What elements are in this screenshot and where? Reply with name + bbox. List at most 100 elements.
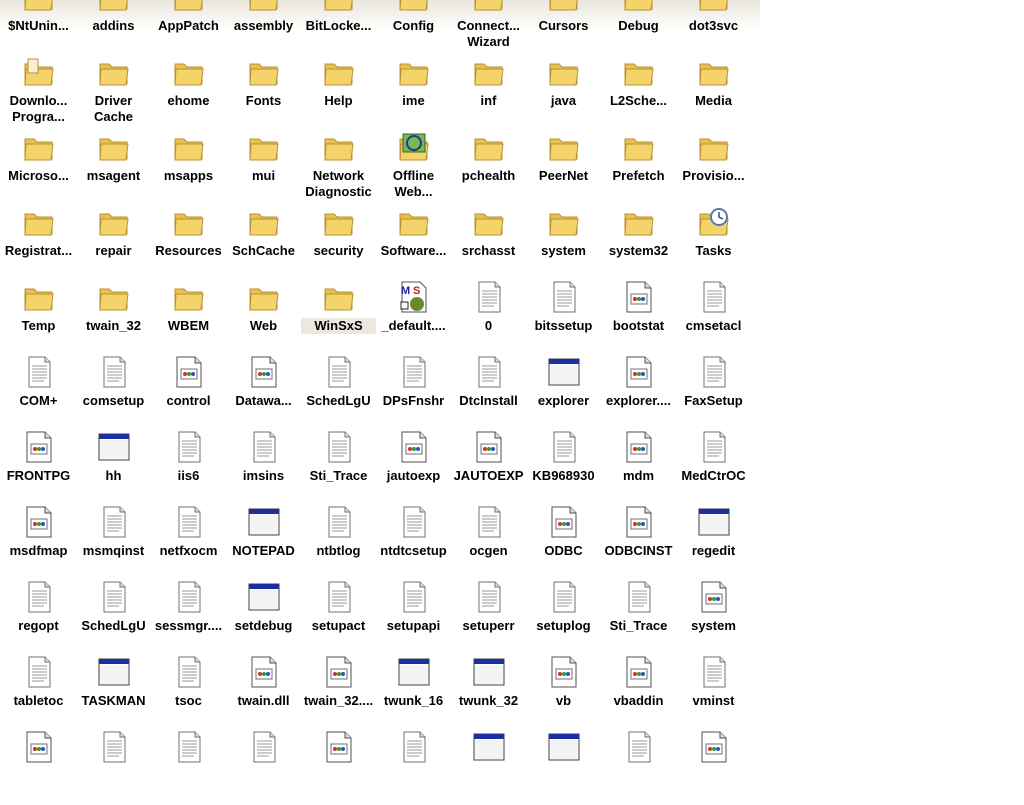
- file-item[interactable]: Provisio...: [676, 130, 751, 205]
- file-item[interactable]: Connect... Wizard: [451, 0, 526, 55]
- file-item[interactable]: bootstat: [601, 280, 676, 355]
- file-item[interactable]: ehome: [151, 55, 226, 130]
- file-item[interactable]: Datawa...: [226, 355, 301, 430]
- file-item[interactable]: Driver Cache: [76, 55, 151, 130]
- file-item[interactable]: Registrat...: [1, 205, 76, 280]
- file-item[interactable]: COM+: [1, 355, 76, 430]
- file-item[interactable]: cmsetacl: [676, 280, 751, 355]
- file-item[interactable]: PeerNet: [526, 130, 601, 205]
- file-item[interactable]: ODBC: [526, 505, 601, 580]
- file-item[interactable]: JAUTOEXP: [451, 430, 526, 505]
- file-item[interactable]: Fonts: [226, 55, 301, 130]
- file-item[interactable]: setupact: [301, 580, 376, 655]
- file-item[interactable]: regopt: [1, 580, 76, 655]
- file-item[interactable]: DtcInstall: [451, 355, 526, 430]
- file-item[interactable]: twain_32....: [301, 655, 376, 730]
- file-item[interactable]: jautoexp: [376, 430, 451, 505]
- file-item[interactable]: addins: [76, 0, 151, 55]
- file-item[interactable]: msapps: [151, 130, 226, 205]
- file-item[interactable]: tsoc: [151, 655, 226, 730]
- file-item[interactable]: Downlo... Progra...: [1, 55, 76, 130]
- file-item[interactable]: assembly: [226, 0, 301, 55]
- file-item[interactable]: Sti_Trace: [601, 580, 676, 655]
- file-item[interactable]: sessmgr....: [151, 580, 226, 655]
- file-item[interactable]: imsins: [226, 430, 301, 505]
- file-item[interactable]: vb: [526, 655, 601, 730]
- file-item[interactable]: ntdtcsetup: [376, 505, 451, 580]
- file-item[interactable]: repair: [76, 205, 151, 280]
- file-item[interactable]: vminst: [676, 655, 751, 730]
- file-item[interactable]: system32: [601, 205, 676, 280]
- file-item[interactable]: TASKMAN: [76, 655, 151, 730]
- file-item[interactable]: SchedLgU: [76, 580, 151, 655]
- file-item[interactable]: java: [526, 55, 601, 130]
- file-item[interactable]: M S _default....: [376, 280, 451, 355]
- file-item[interactable]: twunk_16: [376, 655, 451, 730]
- file-item[interactable]: WinSxS: [301, 280, 376, 355]
- file-item[interactable]: dot3svc: [676, 0, 751, 55]
- file-item[interactable]: control: [151, 355, 226, 430]
- file-item[interactable]: Cursors: [526, 0, 601, 55]
- file-item[interactable]: Tasks: [676, 205, 751, 280]
- file-item[interactable]: regedit: [676, 505, 751, 580]
- file-item[interactable]: MedCtrOC: [676, 430, 751, 505]
- file-item[interactable]: setdebug: [226, 580, 301, 655]
- file-item[interactable]: Sti_Trace: [301, 430, 376, 505]
- file-item[interactable]: srchasst: [451, 205, 526, 280]
- file-item[interactable]: FaxSetup: [676, 355, 751, 430]
- file-item[interactable]: mdm: [601, 430, 676, 505]
- file-item[interactable]: $NtUnin...: [1, 0, 76, 55]
- file-item[interactable]: ntbtlog: [301, 505, 376, 580]
- file-item[interactable]: twain_32: [76, 280, 151, 355]
- file-item[interactable]: inf: [451, 55, 526, 130]
- file-item[interactable]: Media: [676, 55, 751, 130]
- file-item[interactable]: AppPatch: [151, 0, 226, 55]
- file-item[interactable]: BitLocke...: [301, 0, 376, 55]
- file-item[interactable]: msagent: [76, 130, 151, 205]
- file-item[interactable]: system: [676, 580, 751, 655]
- file-item[interactable]: Config: [376, 0, 451, 55]
- file-item[interactable]: system: [526, 205, 601, 280]
- file-item[interactable]: security: [301, 205, 376, 280]
- file-item[interactable]: ODBCINST: [601, 505, 676, 580]
- file-item[interactable]: Software...: [376, 205, 451, 280]
- file-item[interactable]: tabletoc: [1, 655, 76, 730]
- file-item[interactable]: mui: [226, 130, 301, 205]
- file-item[interactable]: hh: [76, 430, 151, 505]
- file-item[interactable]: Resources: [151, 205, 226, 280]
- file-item[interactable]: Prefetch: [601, 130, 676, 205]
- file-item[interactable]: explorer: [526, 355, 601, 430]
- file-item[interactable]: explorer....: [601, 355, 676, 430]
- file-item[interactable]: setupapi: [376, 580, 451, 655]
- file-item[interactable]: vbaddin: [601, 655, 676, 730]
- file-item[interactable]: WBEM: [151, 280, 226, 355]
- file-item[interactable]: NOTEPAD: [226, 505, 301, 580]
- file-item[interactable]: KB968930: [526, 430, 601, 505]
- file-item[interactable]: bitssetup: [526, 280, 601, 355]
- file-item[interactable]: comsetup: [76, 355, 151, 430]
- file-item[interactable]: SchCache: [226, 205, 301, 280]
- file-item[interactable]: msdfmap: [1, 505, 76, 580]
- file-item[interactable]: iis6: [151, 430, 226, 505]
- file-item[interactable]: ocgen: [451, 505, 526, 580]
- file-item[interactable]: msmqinst: [76, 505, 151, 580]
- file-item[interactable]: ime: [376, 55, 451, 130]
- file-item[interactable]: pchealth: [451, 130, 526, 205]
- file-item[interactable]: 0: [451, 280, 526, 355]
- file-item[interactable]: L2Sche...: [601, 55, 676, 130]
- file-item[interactable]: twunk_32: [451, 655, 526, 730]
- file-item[interactable]: DPsFnshr: [376, 355, 451, 430]
- file-item[interactable]: twain.dll: [226, 655, 301, 730]
- file-item[interactable]: Temp: [1, 280, 76, 355]
- file-item[interactable]: Offline Web...: [376, 130, 451, 205]
- file-item[interactable]: netfxocm: [151, 505, 226, 580]
- file-item[interactable]: Web: [226, 280, 301, 355]
- file-item[interactable]: Network Diagnostic: [301, 130, 376, 205]
- file-item[interactable]: FRONTPG: [1, 430, 76, 505]
- file-item[interactable]: setuplog: [526, 580, 601, 655]
- file-item[interactable]: setuperr: [451, 580, 526, 655]
- file-item[interactable]: SchedLgU: [301, 355, 376, 430]
- file-item[interactable]: Debug: [601, 0, 676, 55]
- file-item[interactable]: Microso...: [1, 130, 76, 205]
- file-item[interactable]: Help: [301, 55, 376, 130]
